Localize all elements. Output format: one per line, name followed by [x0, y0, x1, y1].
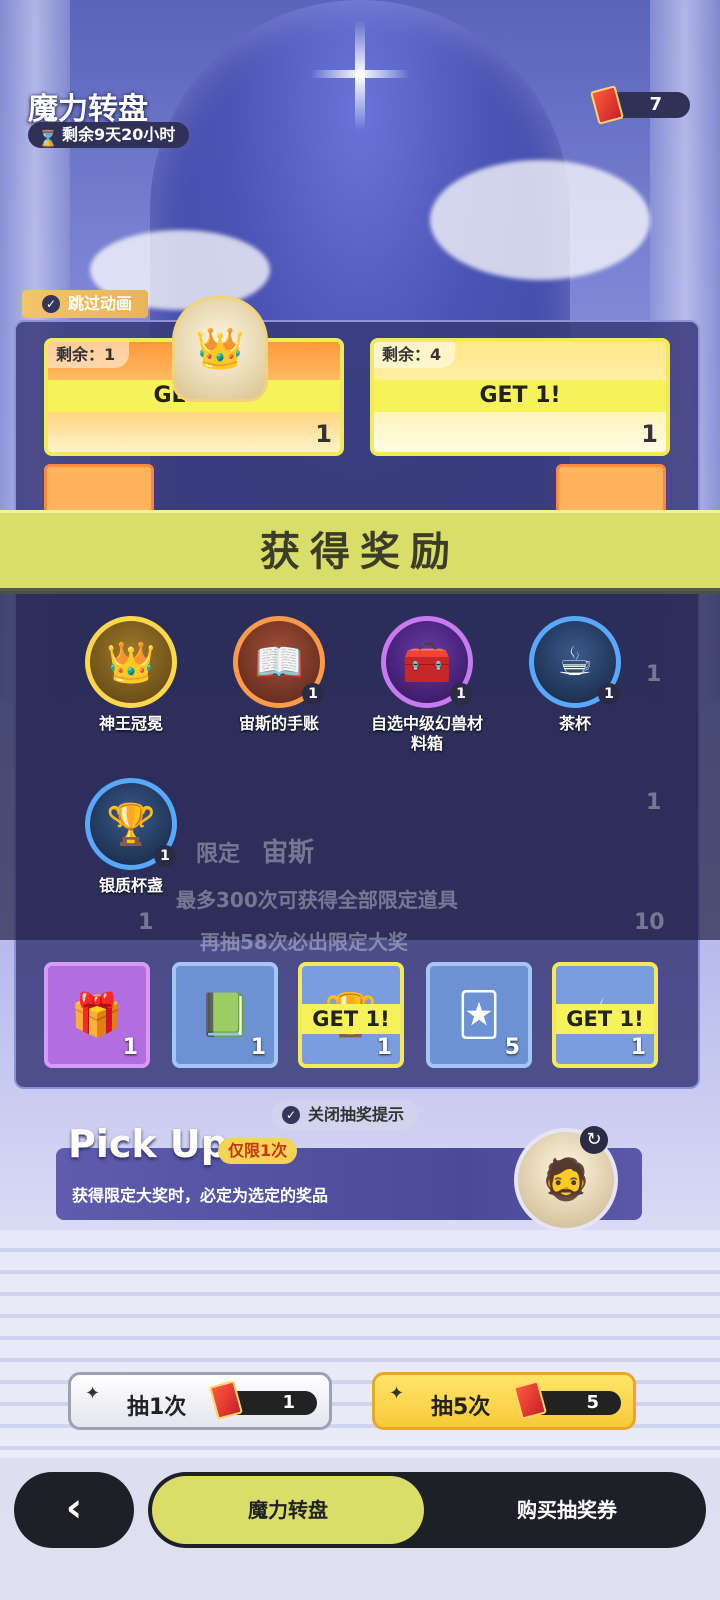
ticket-icon — [209, 1380, 243, 1420]
zeus-avatar-icon: 🧔 — [541, 1157, 591, 1203]
gift-box-icon: 🎁 — [70, 990, 124, 1039]
check-icon: ✓ — [282, 1106, 300, 1124]
card-icon: 🃏 — [457, 990, 501, 1039]
reward-name: 自选中级幻兽材料箱 — [370, 714, 483, 753]
remaining-label: 剩余：4 — [374, 342, 456, 368]
reward-count: 1 — [450, 683, 472, 705]
cost-pill: 5 — [513, 1380, 621, 1420]
pickup-description: 获得限定大奖时，必定为选定的奖品 — [72, 1186, 329, 1205]
ticket-count: 7 — [649, 94, 662, 115]
timer-text: 剩余9天20小时 — [62, 125, 176, 144]
limited-character-name: 宙斯 — [262, 838, 315, 868]
prize-slot-edge — [556, 464, 666, 514]
get-tag: GET 1! — [556, 1004, 654, 1034]
remaining-label: 剩余：1 — [48, 342, 130, 368]
reward-count: 1 — [598, 683, 620, 705]
zeus-icon: 👑 — [195, 326, 245, 372]
reward-item[interactable]: 📖 1 宙斯的手账 — [224, 616, 334, 734]
prize-count: 1 — [630, 1035, 646, 1060]
tab-buy-tickets[interactable]: 购买抽奖券 — [432, 1476, 702, 1544]
reward-count: 1 — [154, 845, 176, 867]
reward-icon-frame: ☕ 1 — [529, 616, 621, 708]
tab-magic-wheel[interactable]: 魔力转盘 — [152, 1476, 424, 1544]
background-stairs — [0, 1230, 720, 1470]
prize-slot[interactable]: 🏆 GET 1! 1 — [298, 962, 404, 1068]
refresh-icon[interactable]: ↻ — [580, 1126, 608, 1154]
draw-five-label: 抽5次 — [431, 1395, 491, 1420]
draw-once-cost: 1 — [282, 1392, 295, 1413]
journal-icon: 📖 — [254, 640, 304, 686]
limit-notice: 最多300次可获得全部限定道具 — [176, 888, 458, 912]
goblet-icon: 🏆 — [106, 802, 156, 848]
reward-item[interactable]: 👑 神王冠冕 — [76, 616, 186, 734]
zeus-portrait: 👑 — [172, 296, 268, 402]
slot-count: 1 — [646, 662, 662, 687]
reward-count: 1 — [302, 683, 324, 705]
crown-icon: 👑 — [106, 640, 156, 686]
close-draw-hint-label: 关闭抽奖提示 — [308, 1105, 405, 1124]
get-tag: GET 1! — [374, 380, 666, 412]
skip-animation-label: 跳过动画 — [68, 294, 133, 313]
prize-slot[interactable]: ☕ GET 1! 1 — [552, 962, 658, 1068]
reward-name: 神王冠冕 — [98, 714, 163, 733]
featured-prize-card[interactable]: 剩余：4 GET 1! 1 — [370, 338, 670, 456]
slot-count: 1 — [138, 910, 154, 935]
close-draw-hint-toggle[interactable]: ✓ 关闭抽奖提示 — [272, 1100, 419, 1130]
prize-count: 1 — [250, 1035, 266, 1060]
reward-name: 茶杯 — [558, 714, 591, 733]
prize-slot[interactable]: 🃏 5 — [426, 962, 532, 1068]
limited-label: 限定 — [196, 842, 241, 867]
chest-icon: 🧰 — [402, 640, 452, 686]
prize-count: 1 — [641, 420, 658, 448]
pickup-title: Pick Up — [68, 1122, 228, 1166]
reward-item[interactable]: ☕ 1 茶杯 — [520, 616, 630, 734]
reward-popup-title: 获得奖励 — [0, 510, 720, 594]
reward-icon-frame: 🧰 1 — [381, 616, 473, 708]
reward-icon-frame: 🏆 1 — [85, 778, 177, 870]
back-button[interactable]: ‹ — [14, 1472, 134, 1548]
prize-count: 1 — [122, 1035, 138, 1060]
draw-five-cost: 5 — [586, 1392, 599, 1413]
skip-animation-toggle[interactable]: ✓ 跳过动画 — [22, 290, 149, 318]
reward-name: 宙斯的手账 — [238, 714, 319, 733]
ticket-counter[interactable]: 7 — [590, 85, 690, 125]
back-arrow-icon: ‹ — [65, 1485, 83, 1531]
slot-count: 10 — [634, 910, 665, 935]
get-tag: GET 1! — [302, 1004, 400, 1034]
sparkle-icon: ✦ — [85, 1383, 101, 1404]
reward-name: 银质杯盏 — [98, 876, 163, 895]
prize-slot[interactable]: 📗 1 — [172, 962, 278, 1068]
prize-slot[interactable]: 🎁 1 — [44, 962, 150, 1068]
guarantee-notice: 再抽58次必出限定大奖 — [200, 930, 408, 954]
cost-pill: 1 — [209, 1380, 317, 1420]
hourglass-icon: ⌛ — [38, 129, 58, 148]
reward-icon-frame: 📖 1 — [233, 616, 325, 708]
cloud — [430, 160, 650, 280]
slot-count: 1 — [646, 790, 662, 815]
draw-once-label: 抽1次 — [127, 1395, 187, 1420]
book-icon: 📗 — [198, 990, 252, 1039]
sparkle-star-horizontal — [310, 70, 410, 78]
check-icon: ✓ — [42, 295, 60, 313]
ticket-icon — [513, 1380, 547, 1420]
pickup-limit-tag: 仅限1次 — [218, 1138, 298, 1164]
reward-item[interactable]: 🏆 1 银质杯盏 — [76, 778, 186, 896]
draw-once-button[interactable]: ✦ 抽1次 1 — [68, 1372, 332, 1430]
prize-slot-edge — [44, 464, 154, 514]
ticket-icon — [590, 85, 624, 125]
prize-count: 1 — [315, 420, 332, 448]
teacup-icon: ☕ — [557, 639, 593, 685]
event-timer: ⌛ 剩余9天20小时 — [28, 122, 190, 148]
reward-item[interactable]: 🧰 1 自选中级幻兽材料箱 — [371, 616, 483, 754]
draw-five-button[interactable]: ✦ 抽5次 5 — [372, 1372, 636, 1430]
prize-count: 5 — [504, 1035, 520, 1060]
reward-icon-frame: 👑 — [85, 616, 177, 708]
prize-count: 1 — [376, 1035, 392, 1060]
sparkle-icon: ✦ — [389, 1383, 405, 1404]
